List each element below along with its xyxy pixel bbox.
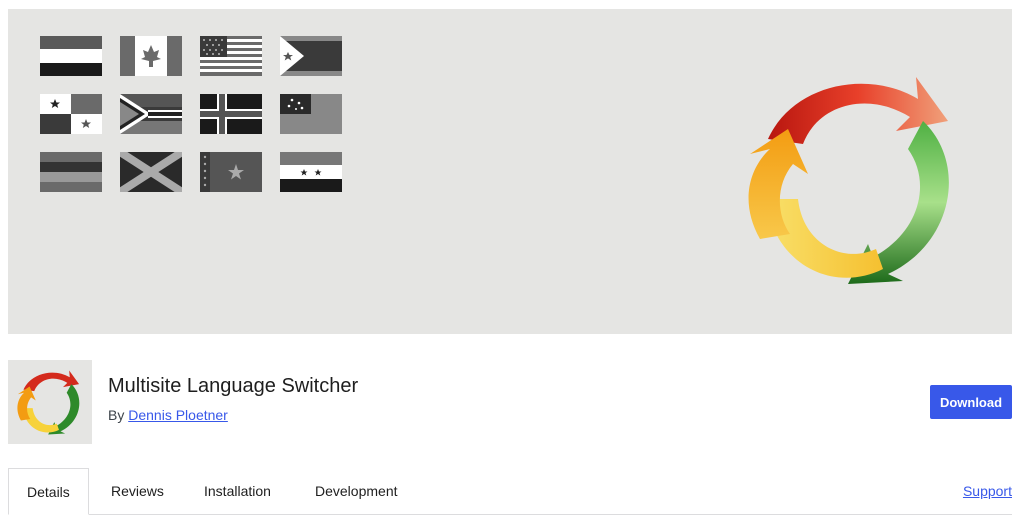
flag-icon [280, 36, 342, 76]
flag-icon [120, 36, 182, 76]
flag-icon [200, 36, 262, 76]
tab-development[interactable]: Development [297, 468, 416, 514]
byline-prefix: By [108, 407, 125, 423]
support-link[interactable]: Support [963, 468, 1012, 514]
tab-details[interactable]: Details [8, 468, 89, 515]
download-button[interactable]: Download [930, 385, 1012, 419]
flag-icon [200, 152, 262, 192]
plugin-byline: By Dennis Ploetner [108, 407, 228, 423]
flag-icon [40, 36, 102, 76]
flag-icon [120, 94, 182, 134]
tab-installation[interactable]: Installation [186, 468, 289, 514]
flag-icon [280, 152, 342, 192]
flag-icon [120, 152, 182, 192]
author-link[interactable]: Dennis Ploetner [128, 407, 228, 423]
circular-arrows-icon [17, 370, 80, 435]
flag-icon [280, 94, 342, 134]
flag-icon [40, 94, 102, 134]
plugin-icon [8, 360, 92, 444]
plugin-banner [8, 9, 1012, 334]
circular-arrows-logo [748, 69, 960, 289]
plugin-title: Multisite Language Switcher [108, 375, 359, 397]
plugin-tabs: Details Reviews Installation Development… [8, 468, 1012, 515]
flag-icon [40, 152, 102, 192]
tab-reviews[interactable]: Reviews [93, 468, 182, 514]
flag-icon [200, 94, 262, 134]
